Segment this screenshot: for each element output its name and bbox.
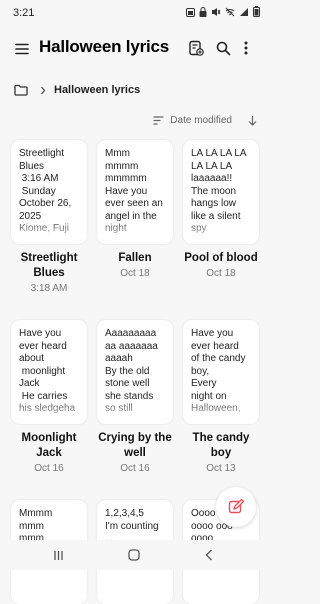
- note-date: Oct 18: [120, 268, 150, 279]
- note-date: Oct 16: [120, 463, 150, 474]
- wifi-off-icon: [225, 7, 235, 16]
- breadcrumb-current-folder[interactable]: Halloween lyrics: [54, 84, 140, 96]
- pdf-export-button[interactable]: [186, 38, 206, 58]
- system-navigation-bar: [0, 540, 270, 570]
- home-button[interactable]: [128, 548, 140, 566]
- note-card[interactable]: Streetlight Blues 3:16 AM Sunday October…: [11, 140, 87, 244]
- back-button[interactable]: [205, 548, 213, 566]
- note-item[interactable]: Streetlight Blues 3:16 AM Sunday October…: [11, 140, 87, 295]
- app-bar: Halloween lyrics: [0, 33, 270, 65]
- edit-pencil-icon: [228, 499, 244, 514]
- new-note-button[interactable]: [216, 487, 256, 527]
- recent-apps-button[interactable]: [53, 548, 64, 566]
- more-vertical-icon: [244, 41, 248, 55]
- arrow-down-icon[interactable]: [248, 115, 257, 126]
- note-title: Pool of blood: [184, 252, 258, 264]
- note-item[interactable]: Have you ever heard about moonlight Jack…: [11, 320, 87, 475]
- breadcrumb: Halloween lyrics: [14, 80, 140, 100]
- note-date: Oct 13: [206, 463, 236, 474]
- note-title: The candy boy: [192, 432, 250, 459]
- status-bar: 3:21: [0, 0, 270, 26]
- note-card[interactable]: LA LA LA LA LA LA LA laaaaaa!! The moon …: [183, 140, 259, 244]
- status-time: 3:21: [13, 7, 35, 19]
- recent-apps-icon: [54, 551, 63, 560]
- note-card[interactable]: Aaaaaaaaa aa aaaaaaa aaaah By the old st…: [97, 320, 173, 424]
- note-item[interactable]: Aaaaaaaaa aa aaaaaaa aaaah By the old st…: [97, 320, 173, 475]
- chevron-right-icon: [41, 86, 46, 94]
- note-title: Moonlight Jack: [21, 432, 77, 459]
- note-card[interactable]: Have you ever heard of the candy boy, Ev…: [183, 320, 259, 424]
- calendar-notification-icon: [186, 7, 195, 17]
- sort-icon[interactable]: [153, 115, 164, 125]
- home-icon: [128, 549, 140, 561]
- note-item[interactable]: Have you ever heard of the candy boy, Ev…: [183, 320, 259, 475]
- sort-bar: Date modified: [153, 112, 257, 128]
- note-date: 3:18 AM: [30, 283, 68, 294]
- note-item[interactable]: Mmm mmmm mmmmm Have you ever seen an ang…: [97, 140, 173, 280]
- note-title: Crying by the well: [98, 432, 172, 459]
- note-preview: LA LA LA LA LA LA LA laaaaaa!! The moon …: [191, 148, 247, 234]
- note-title: Streetlight Blues: [20, 252, 78, 279]
- note-card[interactable]: Have you ever heard about moonlight Jack…: [11, 320, 87, 424]
- lock-icon: [199, 6, 207, 17]
- hamburger-menu-icon: [15, 43, 29, 55]
- mute-icon: [212, 7, 221, 16]
- more-options-button[interactable]: [237, 38, 255, 58]
- signal-icon: [240, 7, 248, 16]
- back-chevron-icon: [205, 549, 212, 561]
- note-date: Oct 16: [34, 463, 64, 474]
- page-title: Halloween lyrics: [39, 37, 170, 56]
- note-preview: Have you ever heard of the candy boy, Ev…: [191, 328, 246, 414]
- note-preview: Aaaaaaaaa aa aaaaaaa aaaah By the old st…: [105, 328, 158, 414]
- note-item[interactable]: LA LA LA LA LA LA LA laaaaaa!! The moon …: [183, 140, 259, 280]
- add-note-icon: [189, 40, 204, 56]
- sort-option-label[interactable]: Date modified: [170, 115, 232, 126]
- note-preview: Have you ever heard about moonlight Jack…: [19, 328, 76, 414]
- note-date: Oct 18: [206, 268, 236, 279]
- status-icons: [186, 6, 260, 17]
- folder-icon[interactable]: [14, 84, 28, 96]
- battery-icon: [253, 6, 260, 17]
- search-icon: [216, 41, 230, 55]
- search-button[interactable]: [213, 38, 233, 58]
- note-preview: Streetlight Blues 3:16 AM Sunday October…: [19, 148, 72, 234]
- note-title: Fallen: [118, 252, 152, 264]
- menu-button[interactable]: [13, 40, 31, 58]
- note-preview: Mmm mmmm mmmmm Have you ever seen an ang…: [105, 148, 163, 234]
- note-card[interactable]: Mmm mmmm mmmmm Have you ever seen an ang…: [97, 140, 173, 244]
